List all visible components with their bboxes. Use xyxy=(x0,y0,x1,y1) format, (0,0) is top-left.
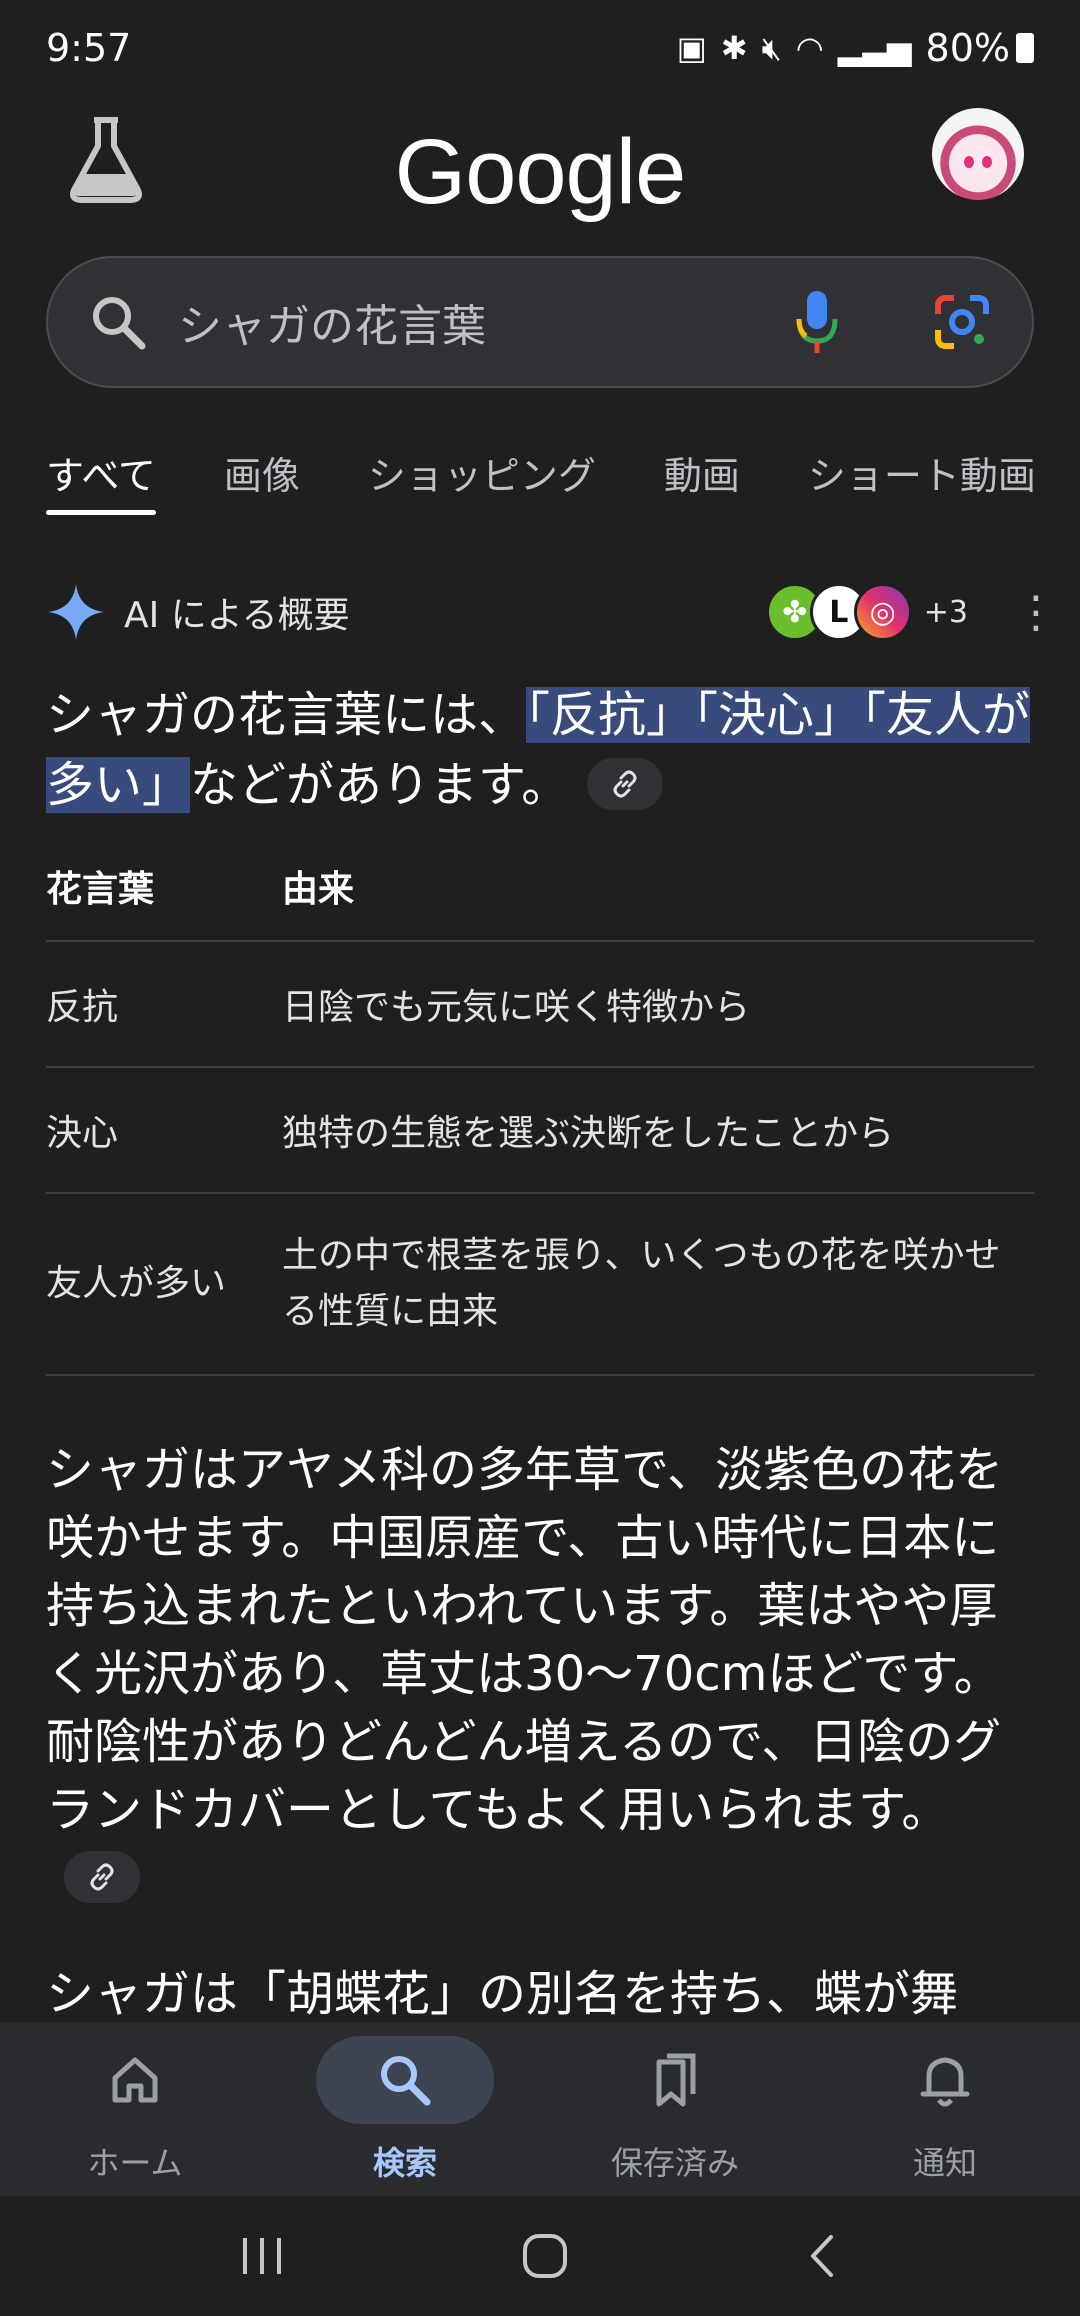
tab-shopping[interactable]: ショッピング xyxy=(368,445,596,515)
table-row: 反抗 日陰でも元気に咲く特徴から xyxy=(46,942,1034,1068)
table-row: 友人が多い 土の中で根茎を張り、いくつもの花を咲かせる性質に由来 xyxy=(46,1194,1034,1376)
summary-prefix: シャガの花言葉には、 xyxy=(46,687,527,743)
bell-icon xyxy=(920,2057,970,2107)
home-icon xyxy=(112,2057,158,2103)
bottom-navigation: ホーム 検索 保存済み 通知 xyxy=(0,2022,1080,2196)
search-bar[interactable]: シャガの花言葉 xyxy=(46,256,1034,388)
bluetooth-icon: ✱ xyxy=(720,29,748,67)
ai-overview-title: AI による概要 xyxy=(124,595,350,636)
more-sources-count: +3 xyxy=(923,594,968,630)
nav-label: ホーム xyxy=(87,2144,183,2182)
nav-label: 通知 xyxy=(912,2144,977,2182)
ai-overview-header: AI による概要 ✤ L ◎ +3 ⋮ xyxy=(46,580,1058,644)
home-button-icon[interactable] xyxy=(520,2231,570,2281)
signal-icon: ▂▃▅ xyxy=(837,29,912,67)
table-row: 決心 独特の生態を選ぶ決断をしたことから xyxy=(46,1068,1034,1194)
avatar[interactable] xyxy=(932,108,1024,200)
status-bar: 9:57 ▣ ✱ 🔇︎ ◠ ▂▃▅ 80% xyxy=(0,0,1080,96)
search-tabs: すべて 画像 ショッピング 動画 ショート動画 xyxy=(46,445,1080,515)
battery-icon xyxy=(1016,33,1034,63)
search-icon xyxy=(93,297,146,350)
google-logo[interactable]: Google xyxy=(0,120,1080,225)
nav-saved[interactable]: 保存済み xyxy=(540,2022,810,2196)
link-icon xyxy=(613,770,637,798)
link-icon xyxy=(90,1863,114,1891)
source-link-button[interactable] xyxy=(587,758,664,810)
ai-paragraph: シャガはアヤメ科の多年草で、淡紫色の花を咲かせます。中国原産で、古い時代に日本に… xyxy=(46,1436,1036,1912)
tab-images[interactable]: 画像 xyxy=(224,445,300,515)
nav-label: 保存済み xyxy=(610,2144,739,2182)
paragraph-text: シャガはアヤメ科の多年草で、淡紫色の花を咲かせます。中国原産で、古い時代に日本に… xyxy=(46,1442,1004,1838)
battery-indicator: 80% xyxy=(926,26,1034,70)
microphone-icon[interactable] xyxy=(792,287,842,357)
nav-icon-container xyxy=(856,2036,1034,2124)
source-instagram-icon: ◎ xyxy=(853,583,912,641)
tab-all[interactable]: すべて xyxy=(46,445,156,515)
search-input[interactable]: シャガの花言葉 xyxy=(178,290,792,354)
bookmarks-icon xyxy=(656,2053,696,2107)
google-lens-icon[interactable] xyxy=(932,292,992,352)
paragraph-text: シャガは「胡蝶花」の別名を持ち、蝶が舞 xyxy=(46,1966,959,2022)
gemini-spark-icon xyxy=(48,584,104,640)
search-icon xyxy=(381,2056,431,2106)
source-avatars[interactable]: ✤ L ◎ +3 xyxy=(765,583,968,641)
nav-icon-container xyxy=(586,2036,764,2124)
flower-language-table: 花言葉 由来 反抗 日陰でも元気に咲く特徴から 決心 独特の生態を選ぶ決断をした… xyxy=(46,840,1034,1376)
table-cell: 反抗 xyxy=(46,987,119,1028)
summary-suffix: などがあります。 xyxy=(190,757,570,813)
table-cell: 決心 xyxy=(46,1113,119,1154)
column-header: 花言葉 xyxy=(46,869,155,910)
ai-summary: シャガの花言葉には、「反抗」「決心」「友人が多い」などがあります。 xyxy=(46,680,1036,820)
mute-icon: 🔇︎ xyxy=(761,28,782,67)
battery-saver-icon: ▣ xyxy=(676,29,707,67)
source-link-button[interactable] xyxy=(64,1851,140,1903)
status-time: 9:57 xyxy=(46,26,132,70)
nav-home[interactable]: ホーム xyxy=(0,2022,270,2196)
tab-videos[interactable]: 動画 xyxy=(664,445,740,515)
table-cell: 独特の生態を選ぶ決断をしたことから xyxy=(282,1113,895,1154)
avatar-eye xyxy=(982,156,992,168)
column-header: 由来 xyxy=(282,869,355,910)
table-cell: 友人が多い xyxy=(46,1263,227,1304)
header: Google xyxy=(0,100,1080,223)
nav-notifications[interactable]: 通知 xyxy=(810,2022,1080,2196)
recent-apps-icon[interactable] xyxy=(237,2234,287,2278)
battery-percent: 80% xyxy=(925,26,1010,70)
nav-icon-container xyxy=(46,2036,224,2124)
wifi-icon: ◠ xyxy=(795,29,824,67)
table-cell: 土の中で根茎を張り、いくつもの花を咲かせる性質に由来 xyxy=(282,1235,1001,1332)
table-cell: 日陰でも元気に咲く特徴から xyxy=(282,987,751,1028)
nav-icon-container xyxy=(316,2036,494,2124)
table-header: 花言葉 由来 xyxy=(46,840,1034,942)
system-navigation-bar xyxy=(0,2196,1080,2316)
nav-search[interactable]: 検索 xyxy=(270,2022,540,2196)
more-options-icon[interactable]: ⋮ xyxy=(1014,587,1058,638)
ai-paragraph: シャガは「胡蝶花」の別名を持ち、蝶が舞 xyxy=(46,1960,1036,2028)
status-icons: ▣ ✱ 🔇︎ ◠ ▂▃▅ 80% xyxy=(677,26,1034,70)
tab-short-videos[interactable]: ショート動画 xyxy=(808,445,1036,515)
nav-label: 検索 xyxy=(372,2144,437,2182)
avatar-eye xyxy=(964,156,974,168)
back-icon[interactable] xyxy=(803,2231,843,2281)
